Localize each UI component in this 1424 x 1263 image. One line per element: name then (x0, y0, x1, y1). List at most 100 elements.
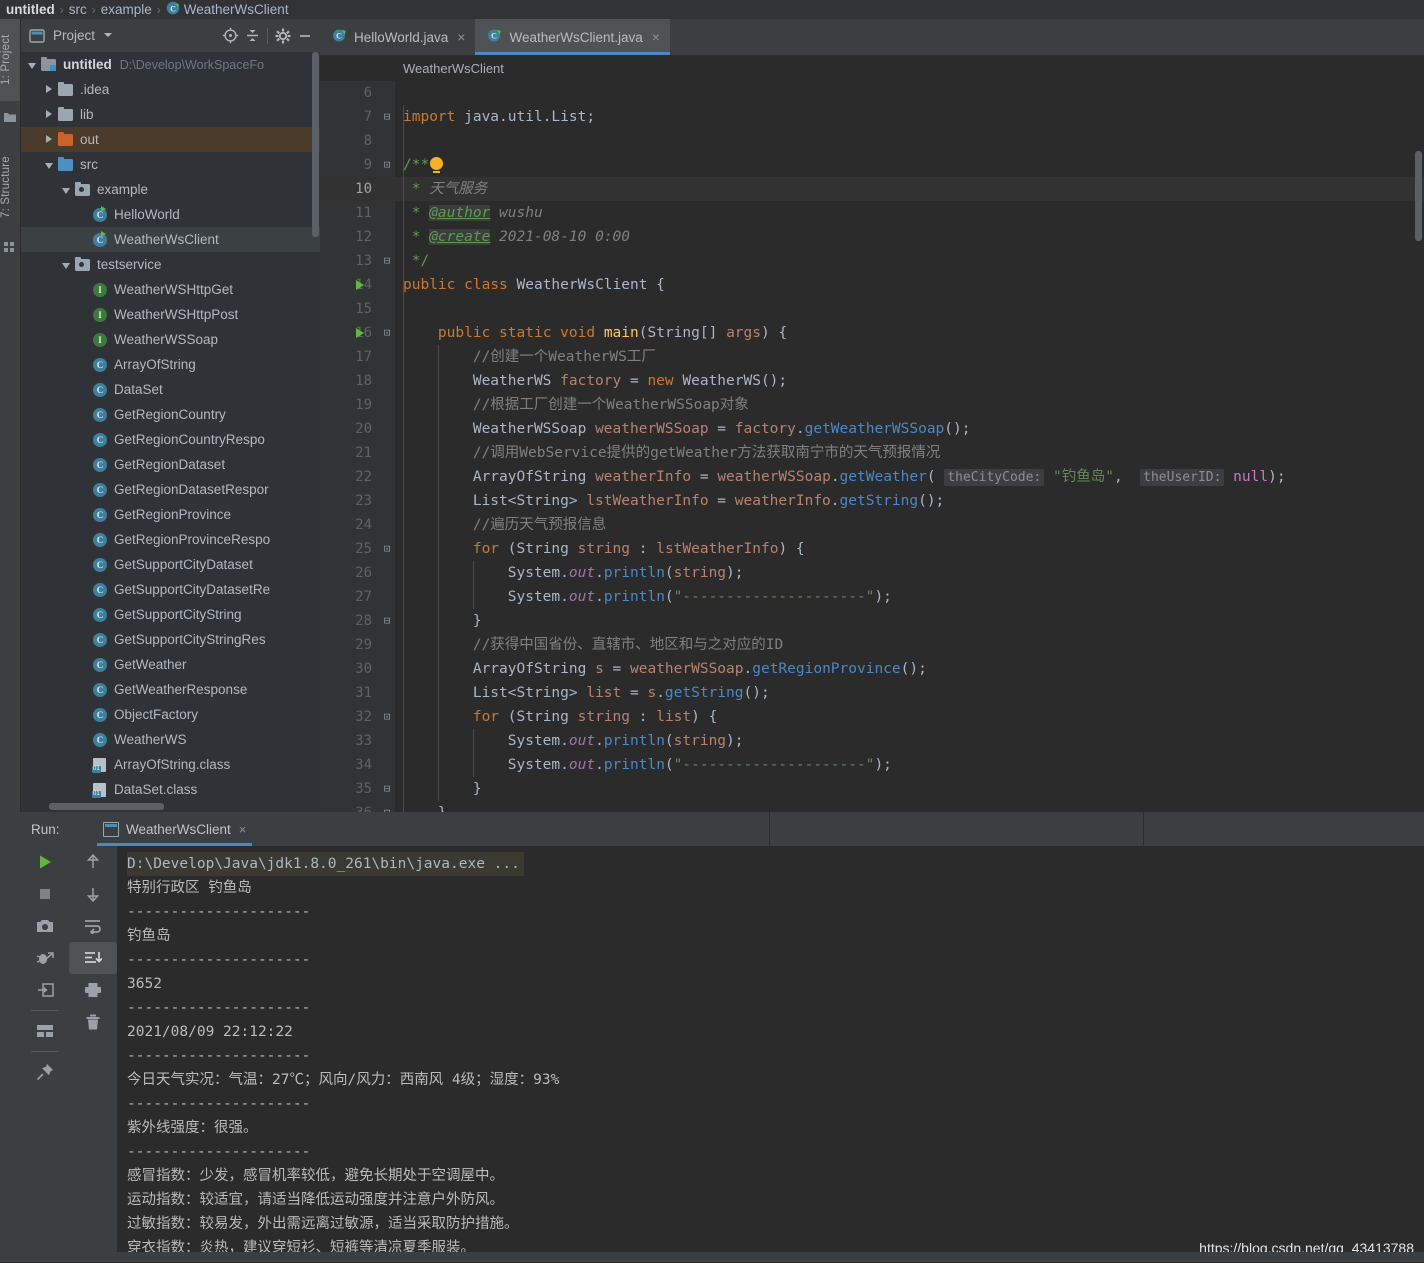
code-line[interactable]: 11 * @author wushu (320, 201, 1424, 225)
fold-marker[interactable]: ⊡ (380, 705, 394, 729)
tree-item-example[interactable]: example (21, 177, 320, 202)
run-tab-weatherwsclient[interactable]: WeatherWsClient × (93, 812, 256, 846)
code-line[interactable]: 25 ⊡ for (String string : lstWeatherInfo)… (320, 537, 1424, 561)
fold-marker[interactable]: ⊟ (380, 609, 394, 633)
pin-icon[interactable] (21, 1056, 69, 1088)
tree-item-getregiondatasetrespor[interactable]: C GetRegionDatasetRespor (21, 477, 320, 502)
collapse-all-icon[interactable] (241, 25, 263, 47)
code-line[interactable]: 35 ⊟ } (320, 777, 1424, 801)
intention-bulb-icon[interactable] (430, 157, 443, 173)
tree-item-arrayofstring-class[interactable]: ArrayOfString.class (21, 752, 320, 777)
code-line[interactable]: 26 System.out.println(string); (320, 561, 1424, 585)
tree-item-arrayofstring[interactable]: C ArrayOfString (21, 352, 320, 377)
gear-icon[interactable] (272, 25, 294, 47)
breadcrumb-item-example[interactable]: example (101, 2, 152, 17)
fold-marker[interactable]: ⊡ (380, 153, 394, 177)
tree-item-getregionprovince[interactable]: C GetRegionProvince (21, 502, 320, 527)
close-icon[interactable]: × (457, 29, 465, 45)
run-gutter-icon[interactable] (356, 280, 364, 290)
tree-item-dataset-class[interactable]: DataSet.class (21, 777, 320, 802)
code-line[interactable]: 8 (320, 129, 1424, 153)
fold-marker[interactable]: ⊟ (380, 249, 394, 273)
stop-icon[interactable] (21, 878, 69, 910)
chevron-right-icon[interactable] (42, 108, 56, 122)
code-line[interactable]: 21 //调用WebService提供的getWeather方法获取南宁市的天气… (320, 441, 1424, 465)
editor-breadcrumb[interactable]: WeatherWsClient (320, 55, 1424, 81)
editor-vertical-scrollbar[interactable] (1415, 151, 1422, 241)
console-output[interactable]: D:\Develop\Java\jdk1.8.0_261\bin\java.ex… (117, 846, 1424, 1262)
tree-item-getweather[interactable]: C GetWeather (21, 652, 320, 677)
tree-item-src[interactable]: src (21, 152, 320, 177)
sidebar-item-project[interactable]: 1: Project (0, 19, 20, 101)
code-view[interactable]: 6 7 ⊟ import java.util.List; 8 9 ⊡ /** 10 * 天气服务… (320, 81, 1424, 812)
code-line[interactable]: 15 (320, 297, 1424, 321)
fold-marker[interactable]: ⊟ (380, 801, 394, 812)
tree-item-helloworld[interactable]: C HelloWorld (21, 202, 320, 227)
tree-item-getsupportcitydatasetr-[interactable]: C GetSupportCityDatasetRе (21, 577, 320, 602)
code-line[interactable]: 7 ⊟ import java.util.List; (320, 105, 1424, 129)
tree-vertical-scrollbar[interactable] (312, 52, 319, 237)
tree-item-dataset[interactable]: C DataSet (21, 377, 320, 402)
tree-item-weatherwshttpget[interactable]: I WeatherWSHttpGet (21, 277, 320, 302)
code-line[interactable]: 13 ⊟ */ (320, 249, 1424, 273)
chevron-down-icon[interactable] (103, 28, 113, 43)
tree-item-getregioncountry[interactable]: C GetRegionCountry (21, 402, 320, 427)
code-line[interactable]: 32 ⊡ for (String string : list) { (320, 705, 1424, 729)
code-line[interactable]: 30 ArrayOfString s = weatherWSSoap.getRe… (320, 657, 1424, 681)
sidebar-item-structure[interactable]: 7: Structure (0, 139, 20, 235)
code-line[interactable]: 12 * @create 2021-08-10 0:00 (320, 225, 1424, 249)
tree-item-testservice[interactable]: testservice (21, 252, 320, 277)
chevron-down-icon[interactable] (25, 58, 39, 72)
locate-icon[interactable] (219, 25, 241, 47)
code-line[interactable]: 9 ⊡ /** (320, 153, 1424, 177)
chevron-down-icon[interactable] (42, 158, 56, 172)
debug-attach-icon[interactable] (21, 942, 69, 974)
code-line[interactable]: 18 WeatherWS factory = new WeatherWS(); (320, 369, 1424, 393)
tree-item--idea[interactable]: .idea (21, 77, 320, 102)
code-line[interactable]: 29 //获得中国省份、直辖市、地区和与之对应的ID (320, 633, 1424, 657)
tree-horizontal-scrollbar[interactable] (49, 803, 164, 810)
chevron-right-icon[interactable] (42, 133, 56, 147)
code-line[interactable]: 24 //遍历天气预报信息 (320, 513, 1424, 537)
tree-item-lib[interactable]: lib (21, 102, 320, 127)
tree-item-getsupportcitydataset[interactable]: C GetSupportCityDataset (21, 552, 320, 577)
tab-helloworld-java[interactable]: C HelloWorld.java × (320, 19, 475, 55)
scroll-to-end-icon[interactable] (69, 942, 117, 974)
code-line[interactable]: 22 ArrayOfString weatherInfo = weatherWS… (320, 465, 1424, 489)
code-line[interactable]: 19 //根据工厂创建一个WeatherWSSoap对象 (320, 393, 1424, 417)
export-icon[interactable] (21, 974, 69, 1006)
fold-marker[interactable]: ⊟ (380, 105, 394, 129)
tree-item-objectfactory[interactable]: C ObjectFactory (21, 702, 320, 727)
layout-icon[interactable] (21, 1015, 69, 1047)
code-line[interactable]: 36 ⊟ } (320, 801, 1424, 812)
code-line[interactable]: 27 System.out.println("-----------------… (320, 585, 1424, 609)
breadcrumb-item-project[interactable]: untitled (6, 2, 55, 17)
project-tree[interactable]: untitled D:\Develop\WorkSpaceFo .idea lib ou… (21, 52, 320, 812)
soft-wrap-icon[interactable] (69, 910, 117, 942)
tree-item-weatherws[interactable]: C WeatherWS (21, 727, 320, 752)
tree-item-getsupportcitystringres[interactable]: C GetSupportCityStringRes (21, 627, 320, 652)
code-line[interactable]: 28 ⊟ } (320, 609, 1424, 633)
screenshot-icon[interactable] (21, 910, 69, 942)
code-line[interactable]: 20 WeatherWSSoap weatherWSSoap = factory… (320, 417, 1424, 441)
code-line[interactable]: 17 //创建一个WeatherWS工厂 (320, 345, 1424, 369)
print-icon[interactable] (69, 974, 117, 1006)
down-arrow-icon[interactable] (69, 878, 117, 910)
tree-item-weatherwssoap[interactable]: I WeatherWSSoap (21, 327, 320, 352)
tree-item-out[interactable]: out (21, 127, 320, 152)
tree-item-getregioncountryrespo[interactable]: C GetRegionCountryRespo (21, 427, 320, 452)
tree-item-weatherwsclient[interactable]: C WeatherWsClient (21, 227, 320, 252)
code-line[interactable]: 10 * 天气服务 (320, 177, 1424, 201)
tree-item-weatherwshttppost[interactable]: I WeatherWSHttpPost (21, 302, 320, 327)
chevron-down-icon[interactable] (59, 183, 73, 197)
fold-marker[interactable]: ⊡ (380, 321, 394, 345)
chevron-down-icon[interactable] (59, 258, 73, 272)
breadcrumb-item-file[interactable]: WeatherWsClient (184, 2, 289, 17)
rerun-icon[interactable] (21, 846, 69, 878)
close-icon[interactable]: × (239, 822, 247, 837)
tree-item-untitled[interactable]: untitled D:\Develop\WorkSpaceFo (21, 52, 320, 77)
hide-icon[interactable] (294, 25, 316, 47)
code-line[interactable]: 34 System.out.println("-----------------… (320, 753, 1424, 777)
fold-marker[interactable]: ⊟ (380, 777, 394, 801)
code-line[interactable]: 16 ⊡ public static void main(String[] arg… (320, 321, 1424, 345)
